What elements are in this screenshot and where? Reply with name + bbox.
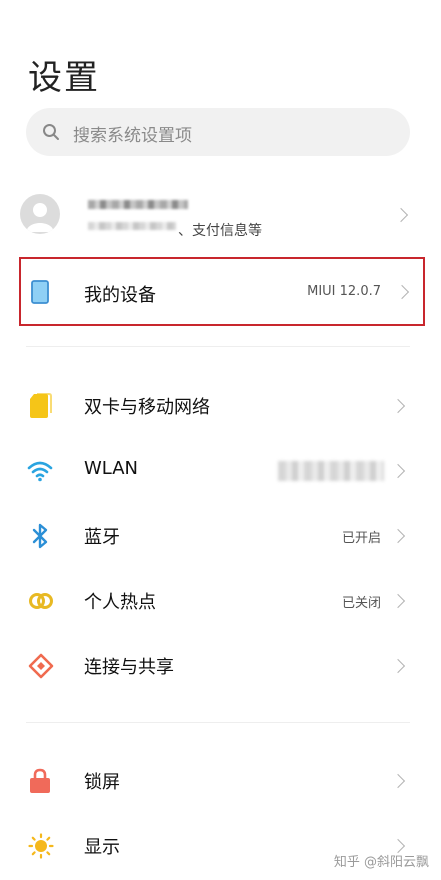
settings-item-label: 显示 bbox=[84, 837, 120, 858]
chevron-right-icon bbox=[394, 284, 410, 300]
wlan-network-name bbox=[278, 461, 384, 481]
search-icon bbox=[43, 124, 59, 140]
chevron-right-icon bbox=[390, 773, 406, 789]
miui-version: MIUI 12.0.7 bbox=[307, 284, 381, 299]
settings-item-lockscreen[interactable]: 锁屏 bbox=[0, 751, 441, 811]
settings-item-label: WLAN bbox=[84, 458, 139, 479]
account-subtitle: 、支付信息等 bbox=[178, 223, 262, 239]
settings-item-label: 蓝牙 bbox=[84, 527, 120, 548]
connection-share-icon bbox=[28, 653, 54, 679]
page-title: 设置 bbox=[28, 58, 100, 98]
settings-item-label: 个人热点 bbox=[84, 592, 156, 613]
phone-device-icon bbox=[31, 280, 49, 304]
settings-item-hotspot[interactable]: 个人热点 已关闭 bbox=[0, 571, 441, 631]
account-detail-blur bbox=[88, 222, 176, 230]
settings-item-label: 连接与共享 bbox=[84, 657, 174, 678]
hotspot-icon bbox=[29, 593, 53, 609]
divider bbox=[26, 722, 410, 723]
chevron-right-icon bbox=[390, 398, 406, 414]
settings-item-wlan[interactable]: WLAN bbox=[0, 441, 441, 501]
chevron-right-icon bbox=[390, 463, 406, 479]
my-device-label: 我的设备 bbox=[84, 285, 156, 306]
divider bbox=[26, 346, 410, 347]
sim-card-icon bbox=[30, 393, 52, 418]
settings-item-label: 双卡与移动网络 bbox=[84, 397, 210, 418]
hotspot-status: 已关闭 bbox=[341, 596, 381, 611]
account-name bbox=[88, 200, 188, 209]
account-row[interactable]: 、支付信息等 bbox=[20, 188, 420, 244]
my-device-row[interactable]: 我的设备 MIUI 12.0.7 bbox=[19, 257, 425, 326]
bluetooth-icon bbox=[32, 523, 48, 549]
wifi-icon bbox=[27, 461, 53, 482]
avatar bbox=[20, 194, 60, 234]
watermark: 知乎 @斜阳云飘 bbox=[333, 855, 429, 870]
settings-item-connection-share[interactable]: 连接与共享 bbox=[0, 636, 441, 696]
chevron-right-icon bbox=[390, 528, 406, 544]
brightness-icon bbox=[28, 833, 54, 859]
chevron-right-icon bbox=[390, 593, 406, 609]
chevron-right-icon bbox=[390, 658, 406, 674]
chevron-right-icon bbox=[393, 207, 409, 223]
bluetooth-status: 已开启 bbox=[341, 531, 381, 546]
search-bar[interactable]: 搜索系统设置项 bbox=[26, 108, 410, 156]
lock-icon bbox=[30, 768, 50, 793]
settings-item-bluetooth[interactable]: 蓝牙 已开启 bbox=[0, 506, 441, 566]
settings-item-sim[interactable]: 双卡与移动网络 bbox=[0, 376, 441, 436]
search-input[interactable]: 搜索系统设置项 bbox=[73, 121, 192, 146]
settings-item-label: 锁屏 bbox=[84, 772, 120, 793]
